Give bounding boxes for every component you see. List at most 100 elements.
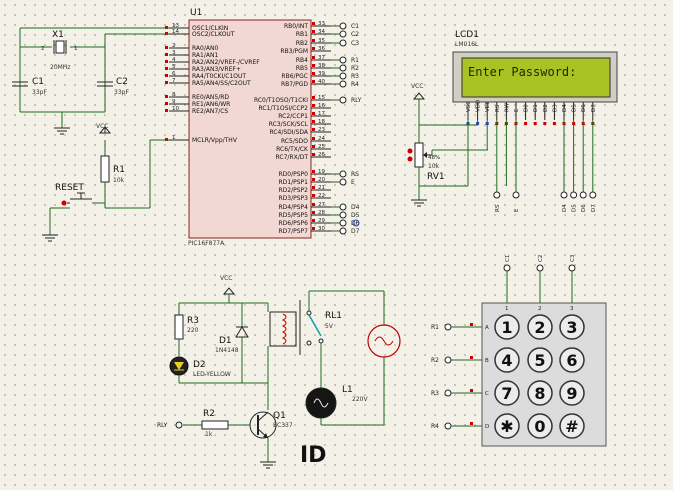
schematic-drawing: U1 PIC16F877A 13 OSC1/CLKIN14 OSC2/CLKOUT2… <box>12 8 618 469</box>
crystal-value: 20MHz <box>50 64 70 71</box>
mcu-pin-name: RD2/PSP2 <box>279 187 309 194</box>
net-terminal[interactable] <box>579 191 587 199</box>
r3-ref: R3 <box>187 316 199 326</box>
keypad-row-terminal[interactable] <box>444 422 452 430</box>
net-label: C2 <box>351 31 359 38</box>
pin-marker <box>165 60 168 63</box>
keypad-key[interactable]: 4 <box>494 347 520 373</box>
mcu-pin-number: 5 <box>172 64 176 70</box>
keypad-column-terminal[interactable] <box>503 264 511 272</box>
keypad[interactable]: C1 1 C2 2 C3 3 R1 A R2 B R3 C R4 D 1 2 3 4 5 6 7 8 9 ✱ 0 # <box>431 254 607 447</box>
pin-marker <box>312 211 315 214</box>
keypad-key[interactable]: ✱ <box>494 413 520 439</box>
keypad-row-letter: D <box>485 424 489 430</box>
net-terminal[interactable] <box>570 191 578 199</box>
lcd-pins: VSS VDD VEE RS RW E D0 D1 D2 D3 D4 D5 D6 D7RS E D4 D5 D6 D… <box>466 100 597 212</box>
lcd-display[interactable]: LCD1 LM016L Enter Password: VSS VDD VEE RS R… <box>407 30 618 212</box>
r1-value: 10k <box>113 177 125 184</box>
keypad-key[interactable]: 7 <box>494 380 520 406</box>
keypad-key[interactable]: 8 <box>527 380 553 406</box>
net-terminal[interactable] <box>339 96 347 104</box>
mcu-pin-number: 2 <box>172 43 176 49</box>
pin-marker <box>470 422 473 425</box>
keypad-column-terminal[interactable] <box>568 264 576 272</box>
net-terminal[interactable] <box>339 203 347 211</box>
net-label: D4 <box>562 204 568 212</box>
pin-marker <box>312 104 315 107</box>
net-terminal[interactable] <box>560 191 568 199</box>
mcu-pin-number: 1 <box>172 135 176 141</box>
keypad-key[interactable]: 5 <box>527 347 553 373</box>
net-terminal[interactable] <box>339 22 347 30</box>
lcd-pin-name: D5 <box>572 104 578 112</box>
lcd-pin-name: D2 <box>543 104 549 112</box>
net-terminal[interactable] <box>339 30 347 38</box>
rv1-value: 10k <box>428 163 440 170</box>
net-label: RS <box>495 204 501 212</box>
net-terminal[interactable] <box>493 191 501 199</box>
net-terminal[interactable] <box>339 178 347 186</box>
mcu-pin-name: RD5/PSP5 <box>279 212 309 219</box>
mcu-pin-name: RB6/PGC <box>281 73 308 80</box>
keypad-key[interactable]: 6 <box>559 347 585 373</box>
keypad-key[interactable]: 9 <box>559 380 585 406</box>
mcu-pin-name: MCLR/Vpp/THV <box>192 137 238 144</box>
pin-marker <box>165 46 168 49</box>
net-terminal[interactable] <box>339 211 347 219</box>
keypad-key[interactable]: 3 <box>559 314 585 340</box>
schematic-canvas[interactable]: { "mcu": { "ref": "U1", "part": "PIC16F8… <box>0 0 673 490</box>
microcontroller-u1[interactable]: U1 PIC16F877A 13 OSC1/CLKIN14 OSC2/CLKOUT2… <box>165 8 362 247</box>
net-terminal[interactable] <box>339 64 347 72</box>
mcu-pin-number: 26 <box>318 152 325 158</box>
mcu-pin-name: RD7/PSP7 <box>279 228 309 235</box>
keypad-row-terminal[interactable] <box>444 323 452 331</box>
keypad-key-label: 9 <box>566 384 577 403</box>
rly-net-label: RLY <box>157 422 168 429</box>
keypad-key[interactable]: 0 <box>527 413 553 439</box>
rv1-ref: RV1 <box>427 172 445 182</box>
mcu-pin-number: 6 <box>172 71 176 77</box>
net-terminal[interactable] <box>339 170 347 178</box>
net-terminal[interactable] <box>339 56 347 64</box>
pin-marker <box>312 170 315 173</box>
relay-circuit[interactable]: VCC R3 220 D2 LED-YELLOW D1 1N4148 RL1 5… <box>157 275 401 469</box>
crystal-ref: X1 <box>52 30 64 40</box>
mcu-pin-name: RB0/INT <box>284 23 308 30</box>
net-terminal[interactable] <box>339 80 347 88</box>
d2-value: LED-YELLOW <box>193 371 231 378</box>
mcu-pin-name: RB7/PGD <box>281 81 308 88</box>
net-terminal[interactable] <box>589 191 597 199</box>
pin-marker <box>165 81 168 84</box>
mcu-pin-name: RE2/AN7/CS <box>192 108 228 115</box>
net-terminal[interactable] <box>339 219 347 227</box>
keypad-key-label: 6 <box>566 351 577 370</box>
net-terminal[interactable] <box>512 191 520 199</box>
c2-ref: C2 <box>116 77 128 87</box>
mcu-pin-name: RB5 <box>296 65 308 72</box>
lcd-pin-name: E <box>514 108 520 112</box>
mcu-pin-number: 28 <box>318 210 325 216</box>
net-terminal[interactable] <box>339 39 347 47</box>
keypad-key[interactable]: 1 <box>494 314 520 340</box>
keypad-row-terminal[interactable] <box>444 356 452 364</box>
keypad-column-label: C2 <box>538 255 544 262</box>
pin-marker <box>552 122 556 125</box>
keypad-key[interactable]: # <box>559 413 585 439</box>
mcu-pin-number: 18 <box>318 119 325 125</box>
mcu-pin-name: RE1/AN6/WR <box>192 101 230 108</box>
keypad-column-label: C1 <box>505 255 511 262</box>
net-terminal[interactable] <box>339 227 347 235</box>
pin-marker <box>312 137 315 140</box>
mcu-pin-number: 19 <box>318 169 325 175</box>
mcu-pin-number: 9 <box>172 99 176 105</box>
reset-circuit[interactable]: VCC R1 10k RESET <box>42 123 169 242</box>
net-terminal[interactable] <box>339 72 347 80</box>
keypad-column-label: C3 <box>570 254 576 262</box>
keypad-key[interactable]: 2 <box>527 314 553 340</box>
pin-marker <box>312 64 315 67</box>
keypad-column-terminal[interactable] <box>536 264 544 272</box>
crystal-pin2: 2 <box>41 46 45 52</box>
lcd-pin-name: D3 <box>552 104 558 112</box>
oscillator-circuit[interactable]: X1 20MHz 2 1 C1 33pF C2 33pF <box>12 27 169 135</box>
keypad-row-terminal[interactable] <box>444 389 452 397</box>
